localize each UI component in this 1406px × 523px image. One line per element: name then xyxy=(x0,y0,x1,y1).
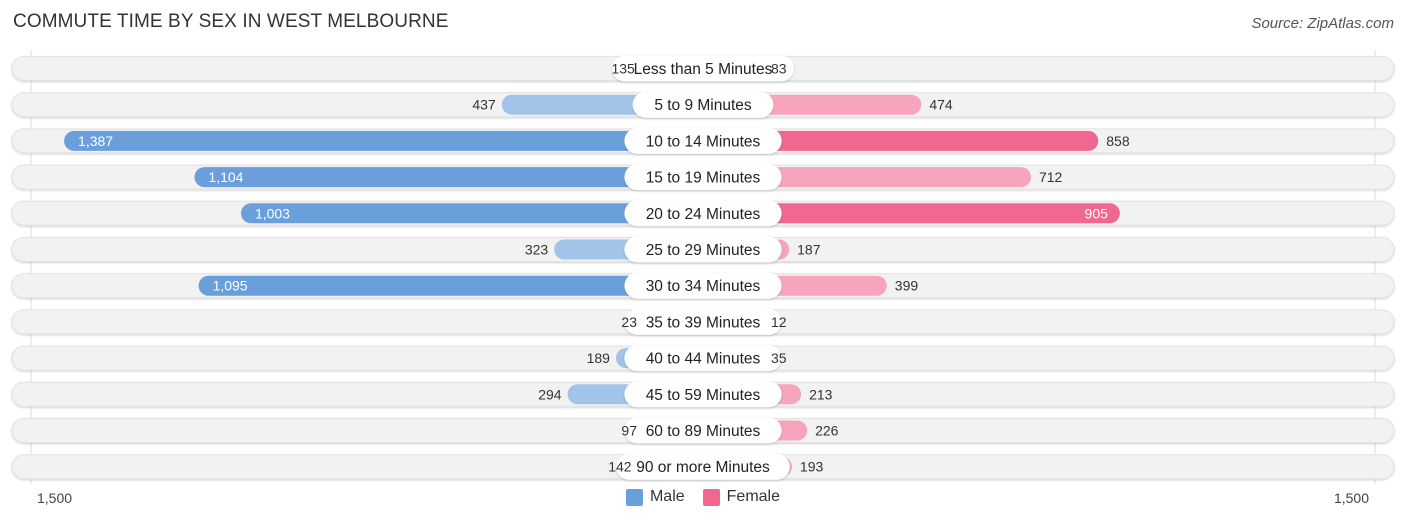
value-label-male: 1,095 xyxy=(213,278,248,294)
legend-item-female: Female xyxy=(702,488,781,506)
value-label-female: 187 xyxy=(797,242,821,258)
value-label-male: 97 xyxy=(621,423,637,439)
legend: Male Female xyxy=(0,488,1406,506)
value-label-female: 12 xyxy=(771,314,787,330)
category-label: 20 to 24 Minutes xyxy=(646,206,761,223)
category-label: 40 to 44 Minutes xyxy=(646,351,761,368)
value-label-male: 189 xyxy=(587,350,611,366)
value-label-male: 23 xyxy=(621,314,637,330)
category-label: 45 to 59 Minutes xyxy=(646,387,761,404)
category-label: 60 to 89 Minutes xyxy=(646,423,761,440)
value-label-female: 35 xyxy=(771,350,787,366)
legend-swatch-female xyxy=(702,488,720,506)
value-label-male: 1,104 xyxy=(208,169,243,185)
value-label-male: 323 xyxy=(525,242,549,258)
value-label-female: 712 xyxy=(1039,169,1063,185)
value-label-female: 193 xyxy=(800,459,824,475)
value-label-female: 399 xyxy=(895,278,919,294)
value-label-male: 1,003 xyxy=(255,205,290,221)
legend-item-male: Male xyxy=(625,488,685,506)
value-label-male: 437 xyxy=(472,97,496,113)
value-label-male: 135 xyxy=(611,61,635,77)
value-label-female: 83 xyxy=(771,61,787,77)
legend-swatch-male xyxy=(625,488,643,506)
chart-canvas: Less than 5 Minutes135 83 5 to 9 Minutes 43… xyxy=(11,50,1395,506)
category-label: 10 to 14 Minutes xyxy=(646,133,761,150)
value-label-male: 294 xyxy=(538,386,562,402)
bar-male xyxy=(64,130,703,151)
category-label: Less than 5 Minutes xyxy=(634,61,773,78)
category-label: 30 to 34 Minutes xyxy=(646,278,761,295)
category-label: 15 to 19 Minutes xyxy=(646,170,761,187)
value-label-female: 905 xyxy=(1085,205,1109,221)
category-label: 35 to 39 Minutes xyxy=(646,314,761,331)
category-label: 25 to 29 Minutes xyxy=(646,242,761,259)
value-label-female: 213 xyxy=(809,386,833,402)
value-label-male: 1,387 xyxy=(78,133,113,149)
value-label-female: 226 xyxy=(815,423,839,439)
legend-label-female: Female xyxy=(726,488,781,505)
category-label: 90 or more Minutes xyxy=(636,459,770,476)
value-label-male: 142 xyxy=(608,459,632,475)
category-label: 5 to 9 Minutes xyxy=(654,97,752,114)
value-label-female: 858 xyxy=(1106,133,1130,149)
value-label-female: 474 xyxy=(929,97,953,113)
legend-label-male: Male xyxy=(649,488,685,505)
